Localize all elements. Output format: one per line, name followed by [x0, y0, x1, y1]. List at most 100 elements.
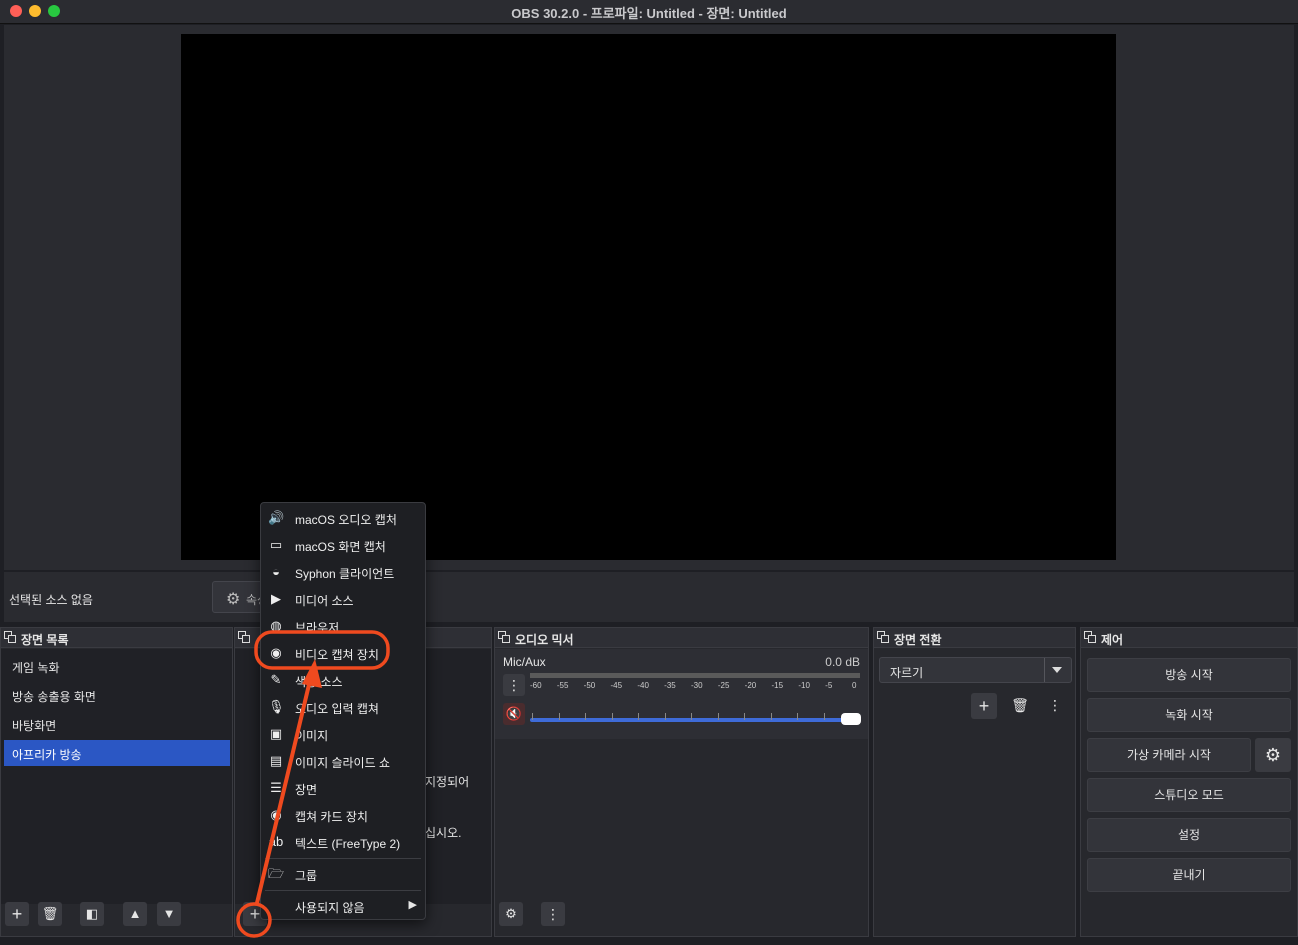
controls-title: 제어: [1101, 633, 1124, 647]
preview-canvas[interactable]: [181, 34, 1116, 560]
mixer-title: 오디오 믹서: [515, 633, 574, 647]
source-toolbar: 선택된 소스 없음 ⚙ 속성: [4, 572, 1294, 622]
mixer-settings-button[interactable]: ⚙: [499, 902, 523, 926]
scene-list: 게임 녹화 방송 송출용 화면 바탕화면 아프리카 방송: [1, 649, 232, 904]
menu-item-color-source[interactable]: ✎ 색상 소스: [261, 669, 425, 691]
menu-item-media-source[interactable]: ▶ 미디어 소스: [261, 588, 425, 610]
mute-button[interactable]: 🔇: [503, 703, 525, 725]
menu-separator: [265, 858, 421, 859]
menu-item-deprecated[interactable]: 사용되지 않음 ▶: [261, 895, 425, 917]
remove-scene-button[interactable]: 🗑: [38, 902, 62, 926]
slider-tick: [744, 713, 745, 720]
studio-mode-button[interactable]: 스튜디오 모드: [1087, 778, 1291, 812]
slider-tick: [691, 713, 692, 720]
controls-body: 방송 시작 녹화 시작 가상 카메라 시작 ⚙ 스튜디오 모드 설정 끝내기: [1081, 649, 1297, 936]
menu-item-syphon[interactable]: ◒ Syphon 클라이언트: [261, 561, 425, 583]
meter-scale: -60 -55 -50 -45 -40 -35 -30 -25 -20 -15 -10 -5 0: [530, 677, 860, 691]
channel-db: 0.0 dB: [825, 655, 860, 669]
volume-slider[interactable]: [530, 718, 856, 722]
menu-item-slideshow[interactable]: ▤ 이미지 슬라이드 쇼: [261, 750, 425, 772]
transition-menu-button[interactable]: ⋮: [1044, 693, 1066, 717]
slider-tick: [558, 713, 560, 720]
dock-icon[interactable]: [877, 631, 889, 643]
channel-name: Mic/Aux: [503, 655, 546, 669]
dock-icon[interactable]: [498, 631, 510, 643]
slider-tick: [532, 713, 533, 720]
chevron-right-icon: ▶: [408, 899, 417, 911]
move-scene-down-button[interactable]: ▼: [157, 902, 181, 926]
meter-tick-label: -60: [530, 681, 542, 690]
gear-icon: ⚙: [226, 591, 241, 608]
meter-tick-label: -40: [637, 681, 649, 690]
meter-tick-label: -25: [717, 681, 730, 690]
menu-item-audio-input[interactable]: 🎙 오디오 입력 캡쳐: [261, 696, 425, 718]
volume-slider-thumb[interactable]: [841, 713, 861, 725]
slideshow-icon: ▤: [269, 753, 283, 768]
transition-value: 자르기: [890, 666, 924, 680]
microphone-icon: 🎙: [268, 699, 285, 714]
menu-item-text[interactable]: ab 텍스트 (FreeType 2): [261, 831, 425, 853]
text-icon: ab: [268, 834, 284, 849]
play-icon: ▶: [271, 591, 281, 606]
transition-select[interactable]: 자르기: [879, 657, 1072, 683]
menu-item-browser[interactable]: ◍ 브라우저: [261, 615, 425, 637]
scenes-dock: 장면 목록 게임 녹화 방송 송출용 화면 바탕화면 아프리카 방송 + 🗑 ◧…: [0, 627, 233, 937]
remove-transition-button[interactable]: 🗑: [1009, 693, 1031, 717]
transitions-body: 자르기 + 🗑 ⋮: [874, 649, 1075, 904]
virtual-camera-settings-button[interactable]: ⚙: [1255, 738, 1291, 772]
scene-item-afreeca[interactable]: 아프리카 방송: [4, 740, 230, 766]
meter-tick-label: -30: [691, 681, 703, 690]
add-transition-button[interactable]: +: [971, 693, 997, 719]
dock-icon[interactable]: [1084, 631, 1096, 643]
no-source-label: 선택된 소스 없음: [9, 593, 93, 607]
start-virtual-camera-button[interactable]: 가상 카메라 시작: [1087, 738, 1251, 772]
slider-tick: [797, 713, 798, 720]
menu-separator: [265, 890, 421, 891]
meter-tick-label: -10: [798, 681, 810, 690]
gear-icon: ⚙: [1264, 745, 1282, 765]
audio-mixer-dock: 오디오 믹서 Mic/Aux 0.0 dB ⋮ -60 -55 -50 -45 -40-…: [494, 627, 869, 937]
settings-button[interactable]: 설정: [1087, 818, 1291, 852]
slider-tick: [770, 713, 772, 720]
list-icon: ☰: [270, 780, 282, 795]
add-source-menu: 🔊 macOS 오디오 캡처 ▭ macOS 화면 캡처 ◒ Syphon 클라이언트…: [260, 502, 426, 920]
window-title: OBS 30.2.0 - 프로파일: Untitled - 장면: Untitl…: [511, 6, 787, 21]
scene-filter-button[interactable]: ◧: [80, 902, 104, 926]
menu-item-group[interactable]: 🗁 그룹: [261, 863, 425, 885]
slider-tick: [664, 713, 666, 720]
dock-icon[interactable]: [4, 631, 16, 643]
meter-tick-label: -15: [771, 681, 784, 690]
meter-tick-label: -5: [825, 681, 833, 690]
add-scene-button[interactable]: +: [5, 902, 29, 926]
slider-tick: [638, 713, 639, 720]
menu-item-scene[interactable]: ☰ 장면: [261, 777, 425, 799]
sources-hint-1: 지정되어: [425, 775, 470, 789]
start-recording-button[interactable]: 녹화 시작: [1087, 698, 1291, 732]
mixer-body: Mic/Aux 0.0 dB ⋮ -60 -55 -50 -45 -40 -35 -30 -2…: [495, 649, 868, 904]
brush-icon: ✎: [270, 672, 282, 687]
dock-icon[interactable]: [238, 631, 250, 643]
menu-item-capture-card[interactable]: ◉ 캡쳐 카드 장치: [261, 804, 425, 826]
scene-item-broadcast[interactable]: 방송 송출용 화면: [4, 682, 230, 708]
scene-item-desktop[interactable]: 바탕화면: [4, 711, 230, 737]
transitions-title: 장면 전환: [894, 633, 942, 647]
camera-icon: ◉: [270, 807, 282, 822]
menu-item-macos-screen[interactable]: ▭ macOS 화면 캡처: [261, 534, 425, 556]
menu-item-video-capture[interactable]: ◉ 비디오 캡쳐 장치: [261, 642, 425, 664]
scene-item-game-recording[interactable]: 게임 녹화: [4, 653, 230, 679]
camera-icon: ◉: [270, 645, 282, 660]
slider-tick: [585, 713, 586, 720]
globe-icon: ◍: [270, 618, 282, 633]
exit-button[interactable]: 끝내기: [1087, 858, 1291, 892]
mixer-menu-button[interactable]: ⋮: [541, 902, 565, 926]
meter-tick-label: -55: [556, 681, 569, 690]
channel-menu-button[interactable]: ⋮: [503, 674, 525, 696]
menu-item-image[interactable]: ▣ 이미지: [261, 723, 425, 745]
start-streaming-button[interactable]: 방송 시작: [1087, 658, 1291, 692]
syphon-icon: ◒: [272, 564, 280, 579]
chevron-down-icon: [1052, 667, 1062, 673]
scenes-title: 장면 목록: [21, 633, 69, 647]
speaker-icon: 🔊: [268, 510, 285, 525]
move-scene-up-button[interactable]: ▲: [123, 902, 147, 926]
menu-item-macos-audio[interactable]: 🔊 macOS 오디오 캡처: [261, 507, 425, 529]
